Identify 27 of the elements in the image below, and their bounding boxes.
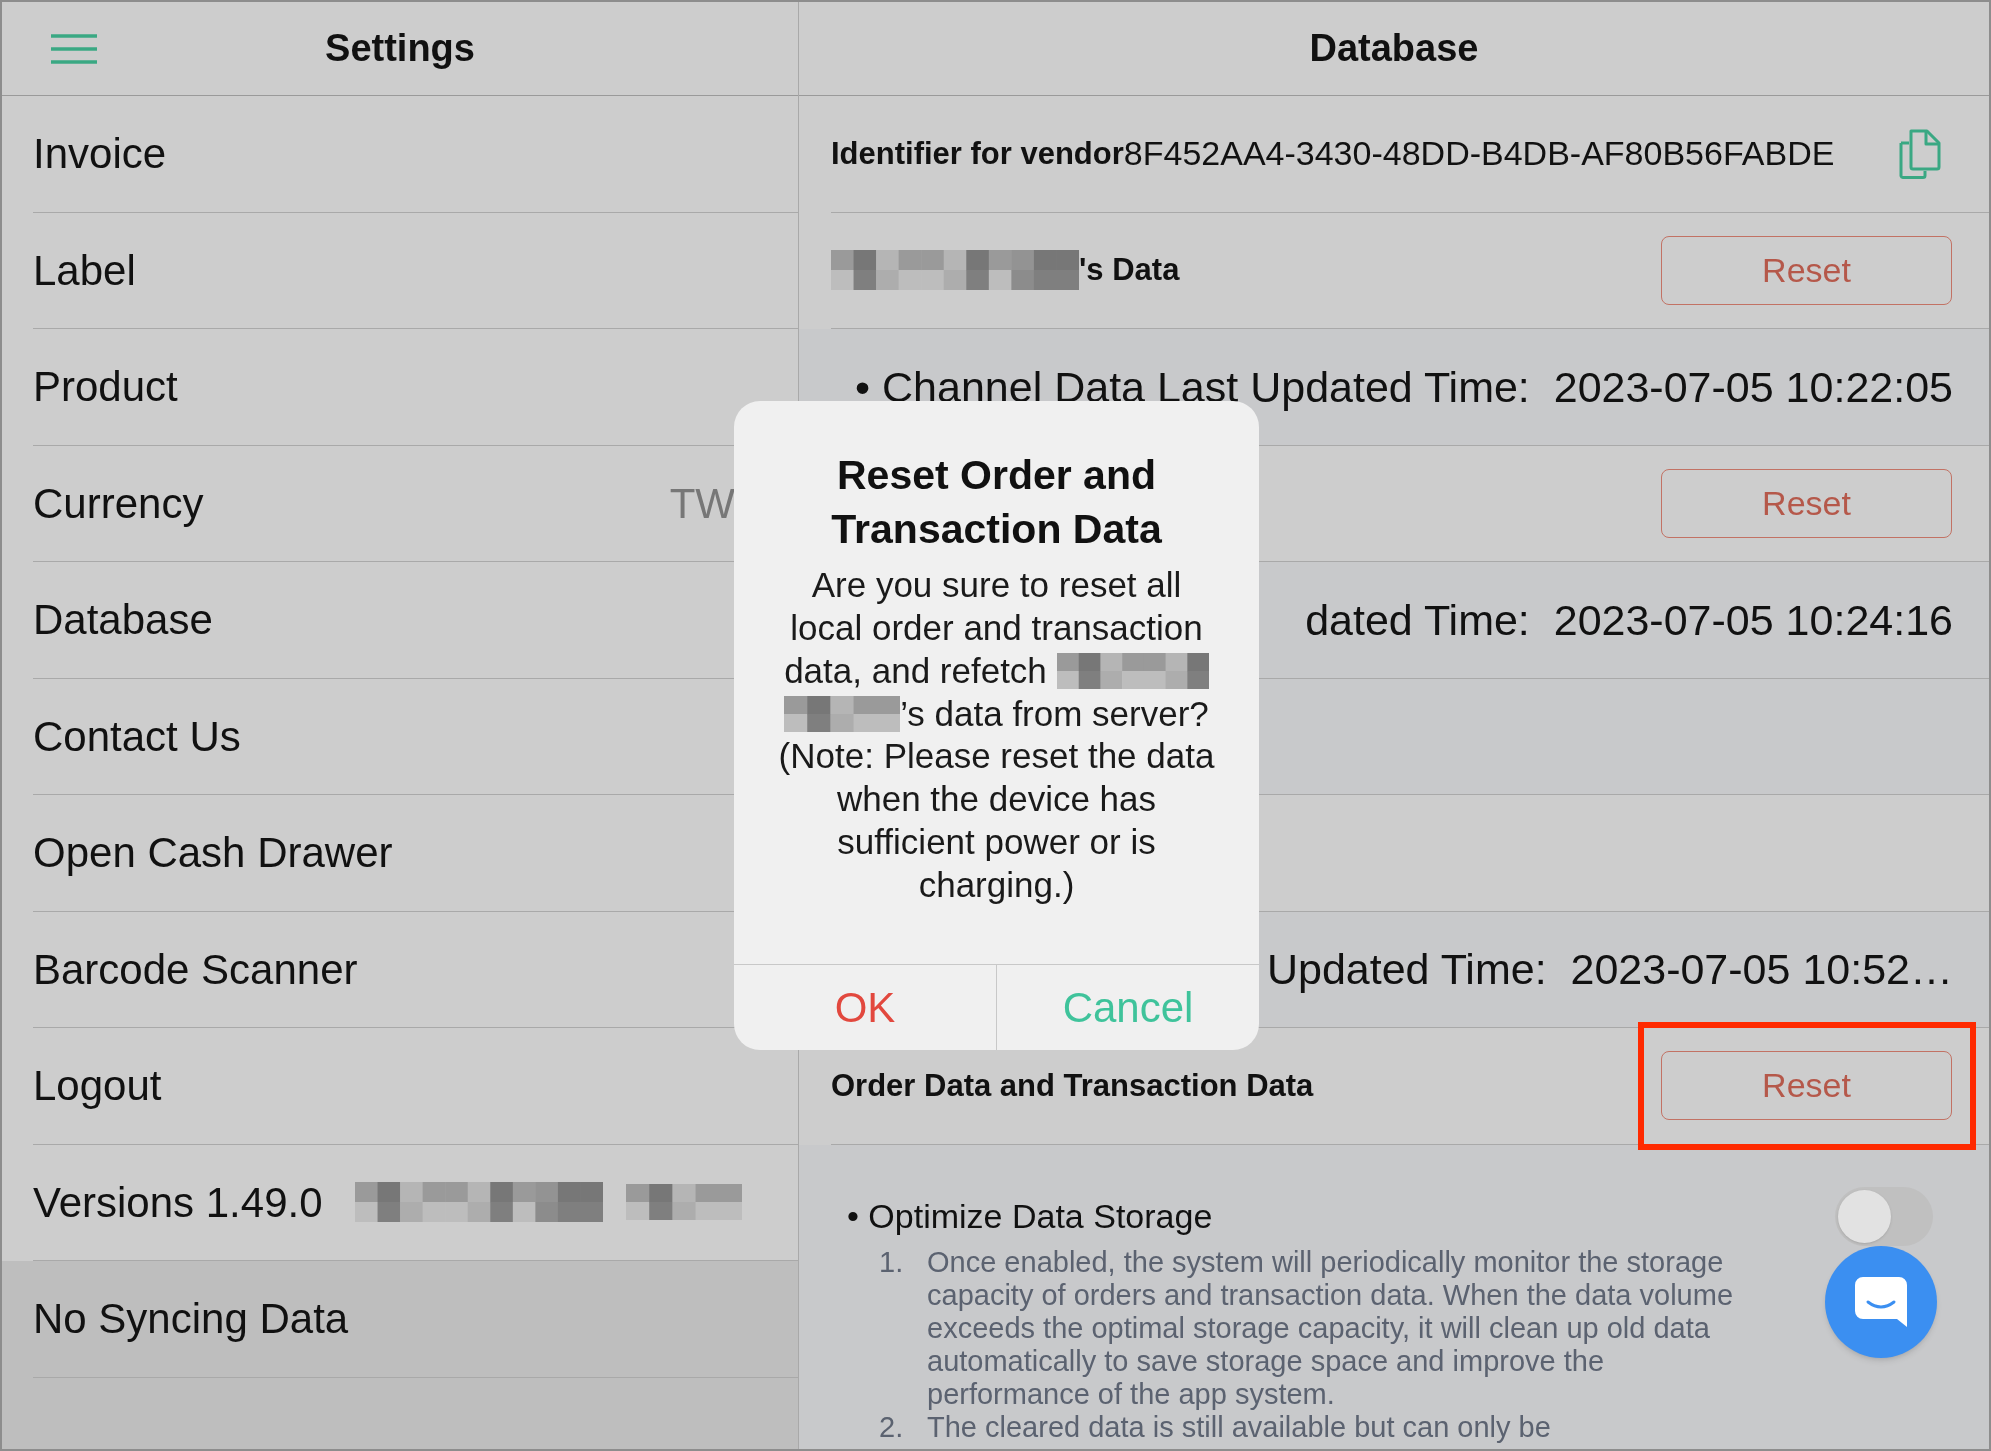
note-text: Once enabled, the system will periodically monitor the storage capacity of orders and transaction data. When the data volume exceeds the optimal storage capacity, it will clean up old data automatically to save storage space and improve the performance of the app system. xyxy=(927,1245,1735,1411)
identifier-value: 8F452AA4-3430-48DD-B4DB-AF80B56FABDE xyxy=(1123,133,1835,175)
dialog-message: charging.) xyxy=(918,863,1075,906)
sidebar-item[interactable]: Label xyxy=(33,212,798,329)
chat-bubble-icon xyxy=(1855,1277,1907,1327)
page-title: Database xyxy=(1309,26,1479,71)
note-number: 2. xyxy=(879,1410,905,1444)
dialog-title: Reset Order and Transaction Data xyxy=(830,451,1163,554)
sidebar-item[interactable]: Invoice xyxy=(33,96,798,213)
dialog-message: sufficient power or is xyxy=(837,820,1156,863)
dialog-message: ’s data from server? xyxy=(900,692,1209,735)
sync-status: No Syncing Data xyxy=(33,1294,349,1345)
panel-title: Settings xyxy=(325,26,475,71)
dialog-message: Are you sure to reset all xyxy=(811,564,1182,607)
section-label: 's Data xyxy=(1079,251,1180,289)
currency-value: TW xyxy=(669,478,735,529)
section-label: Order Data and Transaction Data xyxy=(831,1066,1314,1105)
note-text: The cleared data is still available but can only be xyxy=(927,1410,1552,1444)
ok-button[interactable]: OK xyxy=(734,965,997,1051)
last-updated-time: dated Time: 2023-07-05 10:24:16 xyxy=(1305,594,1953,646)
dialog-message: when the device has xyxy=(836,778,1157,821)
menu-icon[interactable] xyxy=(51,33,97,64)
last-updated-time: Updated Time: 2023-07-05 10:52… xyxy=(1266,944,1953,995)
identifier-label: Identifier for vendor xyxy=(831,134,1124,173)
optimize-label: • Optimize Data Storage xyxy=(847,1195,1213,1237)
note-number: 1. xyxy=(879,1245,905,1280)
sidebar-item[interactable]: Versions 1.49.0 xyxy=(33,1144,798,1261)
